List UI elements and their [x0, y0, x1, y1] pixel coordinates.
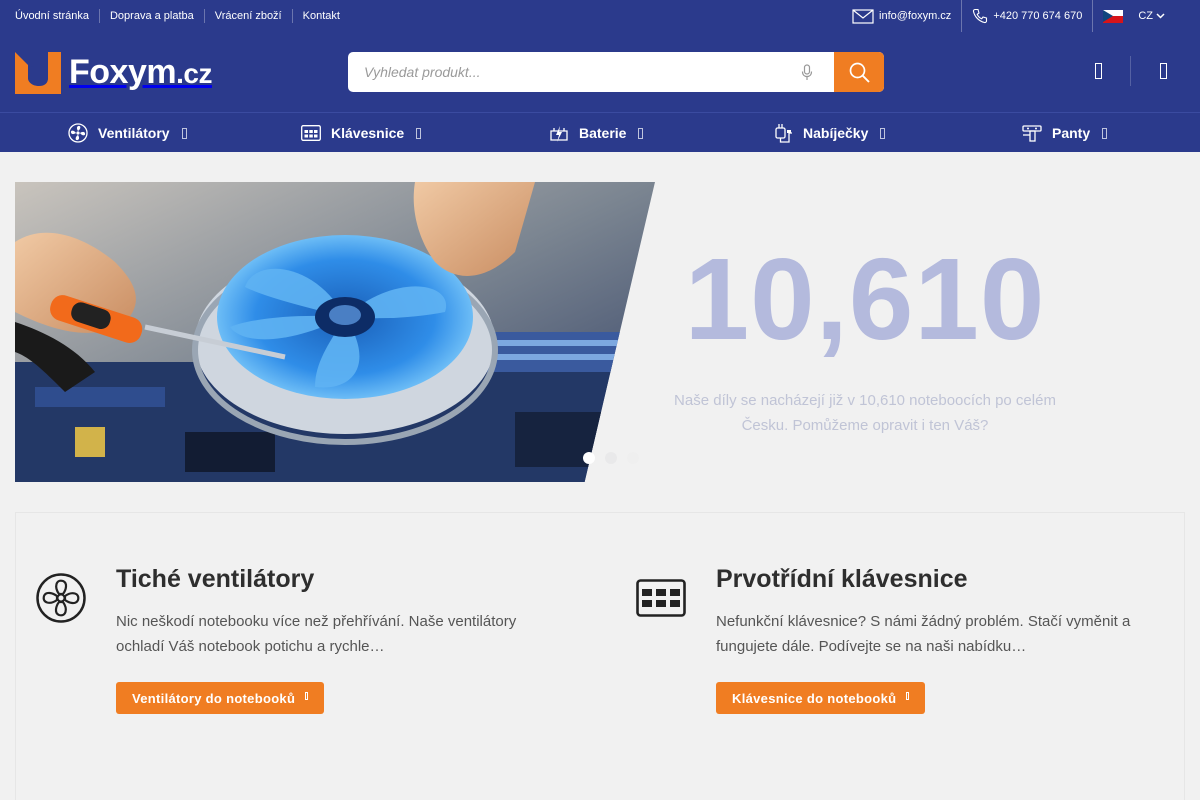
keyboard-icon [301, 125, 321, 141]
hero-slider: 10,610 Naše díly se nacházejí již v 10,6… [15, 182, 1185, 482]
feature-title-keyboards: Prvotřídní klávesnice [716, 565, 968, 593]
nav-label-batteries: Baterie [579, 125, 627, 141]
phone-text: +420 770 674 670 [993, 10, 1083, 22]
email-text: info@foxym.cz [879, 10, 952, 22]
header-divider [1130, 56, 1131, 86]
battery-icon [549, 124, 569, 142]
caret-icon [638, 127, 644, 139]
feature-desc-keyboards: Nefunkční klávesnice? S námi žádný probl… [716, 613, 1131, 655]
feature-desc-fans: Nic neškodí notebooku více než přehříván… [116, 613, 517, 655]
search-button[interactable] [834, 52, 884, 92]
cart-button[interactable] [1151, 56, 1175, 86]
logo-tld: .cz [176, 57, 212, 89]
nav-item-chargers[interactable]: Nabíječky [775, 113, 886, 153]
nav-label-fans: Ventilátory [98, 125, 170, 141]
email-link[interactable]: info@foxym.cz [842, 0, 961, 32]
nav-item-hinges[interactable]: Panty [1022, 113, 1108, 153]
chevron-down-icon [1156, 13, 1165, 19]
search-input[interactable] [348, 52, 788, 92]
caret-icon [880, 127, 886, 139]
top-link-returns[interactable]: Vrácení zboží [203, 9, 292, 23]
nav-item-keyboards[interactable]: Klávesnice [301, 113, 422, 153]
language-switcher[interactable]: CZ [1092, 0, 1175, 32]
keyboards-cta-button[interactable]: Klávesnice do notebooků [716, 682, 926, 714]
top-link-home[interactable]: Úvodní stránka [15, 9, 99, 23]
charger-icon [775, 123, 793, 143]
nav-label-keyboards: Klávesnice [331, 125, 405, 141]
slider-dots [583, 452, 649, 464]
nav-item-fans[interactable]: Ventilátory [68, 113, 187, 153]
logo-name: Foxym [69, 52, 177, 91]
hero-text: Naše díly se nacházejí již v 10,610 note… [674, 392, 1056, 434]
top-link-shipping[interactable]: Doprava a platba [98, 9, 204, 23]
search-bar [348, 52, 884, 92]
slider-dot-3[interactable] [627, 452, 639, 464]
nav-item-batteries[interactable]: Baterie [549, 113, 644, 153]
logo[interactable]: Foxym.cz [15, 48, 212, 96]
phone-link[interactable]: +420 770 674 670 [961, 0, 1092, 32]
hinge-icon [1022, 124, 1042, 142]
site-header: Foxym.cz [0, 32, 1200, 112]
top-contact: info@foxym.cz +420 770 674 670 CZ [842, 0, 1175, 32]
nav-label-hinges: Panty [1052, 125, 1091, 141]
keyboards-cta-label: Klávesnice do notebooků [732, 690, 897, 706]
phone-icon [973, 8, 988, 24]
fans-cta-button[interactable]: Ventilátory do notebooků [116, 682, 325, 714]
cart-icon [1159, 63, 1167, 79]
caret-icon [181, 127, 187, 139]
caret-icon [416, 127, 422, 139]
caret-icon [906, 692, 910, 700]
header-actions [1086, 56, 1175, 86]
hero-image [15, 182, 655, 482]
caret-icon [305, 692, 309, 700]
logo-text: Foxym.cz [69, 53, 212, 92]
account-icon [1094, 63, 1102, 79]
nav-label-chargers: Nabíječky [803, 125, 869, 141]
fan-icon [68, 123, 88, 143]
hero-counter: 10,610 [684, 234, 1046, 364]
envelope-icon [852, 8, 874, 24]
fan-icon [36, 573, 86, 623]
slider-dot-2[interactable] [605, 452, 617, 464]
search-icon [849, 62, 870, 83]
category-nav: Ventilátory Klávesnice Baterie Nabíječky… [0, 112, 1200, 152]
keyboard-icon [636, 579, 686, 617]
language-label: CZ [1138, 10, 1153, 22]
slider-dot-1[interactable] [583, 452, 595, 464]
top-links: Úvodní stránka Doprava a platba Vrácení … [15, 0, 350, 32]
account-button[interactable] [1086, 56, 1110, 86]
feature-title-fans: Tiché ventilátory [116, 565, 315, 593]
fans-cta-label: Ventilátory do notebooků [132, 690, 296, 706]
features-section: Tiché ventilátory Nic neškodí notebooku … [15, 512, 1185, 800]
fox-logo-icon [15, 52, 61, 94]
microphone-icon[interactable] [801, 64, 813, 81]
top-link-contact[interactable]: Kontakt [291, 9, 350, 23]
caret-icon [1102, 127, 1108, 139]
czech-flag-icon [1103, 9, 1124, 23]
top-bar: Úvodní stránka Doprava a platba Vrácení … [0, 0, 1200, 32]
